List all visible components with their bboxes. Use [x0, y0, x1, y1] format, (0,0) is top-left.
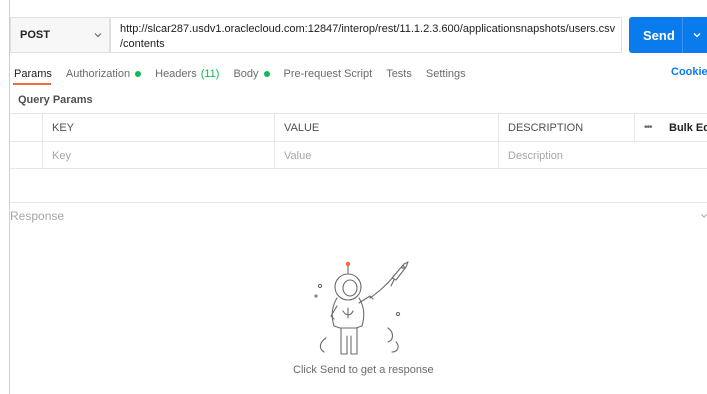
bulk-edit-link[interactable]: Bulk Edit — [666, 114, 707, 141]
status-dot — [135, 71, 142, 77]
tab-body-label: Body — [233, 68, 259, 80]
tab-params-label: Params — [14, 68, 52, 80]
value-column-header: VALUE — [274, 114, 498, 141]
empty-response-message: Click Send to get a response — [293, 364, 434, 376]
value-input[interactable]: Value — [274, 142, 498, 169]
response-title: Response — [10, 209, 65, 223]
tab-params[interactable]: Params — [14, 68, 52, 80]
url-text-line1: http://slcar287.usdv1.oraclecloud.com:12… — [120, 23, 616, 35]
send-options-chevron-icon[interactable] — [692, 30, 702, 40]
tab-authorization-label: Authorization — [65, 68, 131, 80]
query-params-title: Query Params — [18, 94, 93, 106]
more-dots-icon: ••• — [644, 122, 652, 133]
row-checkbox-cell — [10, 142, 42, 169]
method-select[interactable]: POST — [10, 17, 110, 53]
cookies-link[interactable]: Cookies — [671, 66, 707, 78]
tab-settings-label: Settings — [425, 68, 466, 80]
pane-separator[interactable] — [10, 202, 707, 203]
send-divider — [682, 17, 683, 53]
table-row: Key Value Description — [10, 141, 707, 169]
query-params-table: KEY VALUE DESCRIPTION ••• Bulk Edit Key … — [10, 113, 707, 169]
checkbox-column-header — [10, 114, 42, 141]
description-input[interactable]: Description — [498, 142, 634, 169]
tab-pre-request-script[interactable]: Pre-request Script — [284, 68, 373, 80]
tab-tests[interactable]: Tests — [386, 68, 412, 80]
tab-body[interactable]: Body — [233, 68, 270, 80]
response-collapse-chevron-icon[interactable] — [700, 212, 707, 220]
chevron-down-icon — [94, 33, 102, 38]
key-input[interactable]: Key — [42, 142, 274, 169]
key-column-header: KEY — [42, 114, 274, 141]
table-header-row: KEY VALUE DESCRIPTION ••• Bulk Edit — [10, 113, 707, 141]
tab-pre-request-script-label: Pre-request Script — [283, 68, 373, 80]
tab-tests-label: Tests — [386, 68, 412, 80]
tab-headers-label: Headers — [155, 68, 197, 80]
request-tabs: Params Authorization Headers (11) Body P… — [14, 64, 480, 84]
left-panel-border — [9, 0, 10, 394]
more-options-button[interactable]: ••• — [634, 114, 666, 141]
tab-headers[interactable]: Headers (11) — [155, 68, 219, 80]
send-label: Send — [643, 27, 675, 43]
headers-count: (11) — [200, 68, 220, 80]
method-label: POST — [20, 29, 50, 41]
url-text-line2: /contents — [120, 38, 165, 50]
tab-authorization[interactable]: Authorization — [65, 68, 142, 80]
astronaut-illustration — [314, 261, 409, 355]
description-column-header: DESCRIPTION — [498, 114, 634, 141]
tab-settings[interactable]: Settings — [426, 68, 466, 80]
url-input[interactable]: http://slcar287.usdv1.oraclecloud.com:12… — [110, 17, 622, 53]
status-dot — [263, 71, 270, 77]
active-tab-indicator — [13, 83, 51, 85]
send-button[interactable]: Send — [629, 17, 707, 53]
